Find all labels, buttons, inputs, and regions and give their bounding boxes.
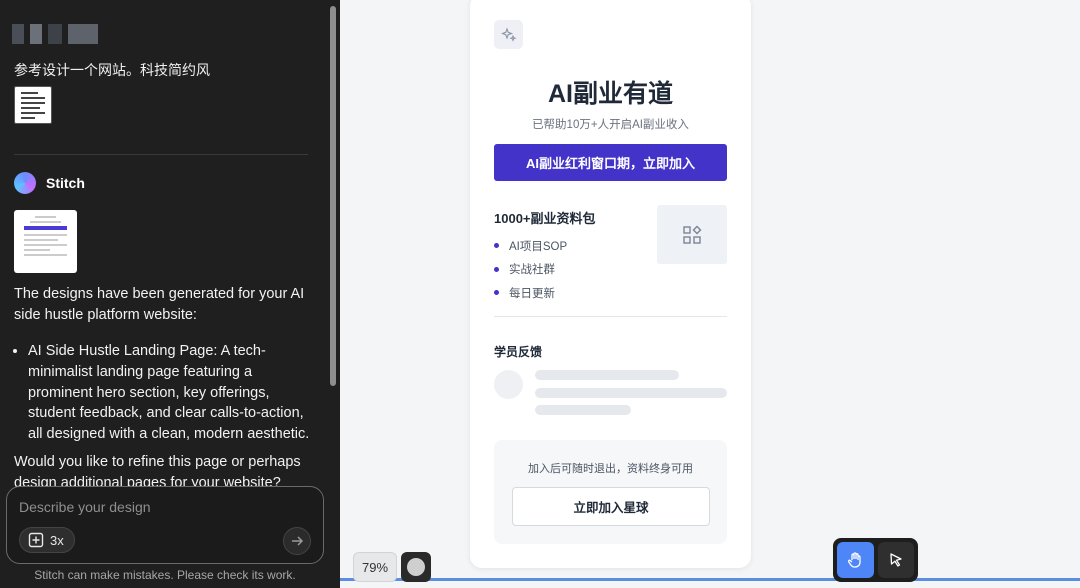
generated-design-thumbnail[interactable] [14,210,77,273]
attach-count: 3x [50,532,64,548]
stitch-logo-icon [14,172,36,194]
canvas-toolbar [833,538,918,582]
message-divider [14,154,308,155]
join-card: 加入后可随时退出，资料终身可用 立即加入星球 [494,440,727,544]
add-image-icon [28,532,44,548]
send-button[interactable] [283,527,311,555]
arrow-right-icon [292,536,304,546]
list-item: AI Side Hustle Landing Page: A tech-mini… [28,341,314,445]
assistant-response-list: AI Side Hustle Landing Page: A tech-mini… [14,341,314,445]
resource-pack-list: AI项目SOP 实战社群 每日更新 [494,234,567,305]
feedback-avatar-placeholder [494,370,523,399]
hand-tool-button[interactable] [837,542,874,578]
hero-subtitle: 已帮助10万+人开启AI副业收入 [532,119,689,131]
prompt-composer: 3x [6,486,324,564]
attach-images-button[interactable]: 3x [19,527,75,553]
sparkle-icon [494,20,523,49]
canvas-selection-edge [340,578,1080,581]
category-grid-icon [683,225,702,244]
resource-pack-title: 1000+副业资料包 [494,211,596,226]
select-tool-button[interactable] [877,542,914,578]
mobile-design-preview[interactable]: AI副业有道 已帮助10万+人开启AI副业收入 AI副业红利窗口期，立即加入 1… [470,0,751,568]
user-avatar-blurred [12,24,98,44]
assistant-header: Stitch [14,172,85,194]
feedback-skeleton-line [535,405,631,415]
assistant-response-intro: The designs have been generated for your… [14,286,305,323]
join-note: 加入后可随时退出，资料终身可用 [528,463,693,475]
feedback-skeleton-line [535,388,727,398]
resource-pack-tile [657,205,727,264]
user-message: 参考设计一个网站。科技简约风 [14,62,210,78]
theme-toggle-button[interactable] [401,552,431,582]
section-divider [494,316,727,317]
hero-title: AI副业有道 [547,80,673,108]
prompt-input[interactable] [19,499,309,515]
join-button[interactable]: 立即加入星球 [512,487,710,526]
circle-icon [407,558,425,576]
list-item: 实战社群 [494,258,567,282]
chat-scrollbar[interactable] [330,6,336,386]
list-item: AI项目SOP [494,234,567,258]
user-reference-image-thumbnail[interactable] [14,86,52,124]
feedback-title: 学员反馈 [494,345,543,359]
cursor-arrow-icon [890,553,902,567]
primary-cta-button[interactable]: AI副业红利窗口期，立即加入 [494,144,727,181]
zoom-level[interactable]: 79% [353,552,397,582]
feedback-skeleton-line [535,370,679,380]
assistant-name: Stitch [46,175,85,191]
hand-icon [848,552,861,568]
chat-panel: 参考设计一个网站。科技简约风 Stitch The designs have b… [0,0,340,588]
disclaimer-text: Stitch can make mistakes. Please check i… [34,568,296,582]
list-item: 每日更新 [494,281,567,305]
